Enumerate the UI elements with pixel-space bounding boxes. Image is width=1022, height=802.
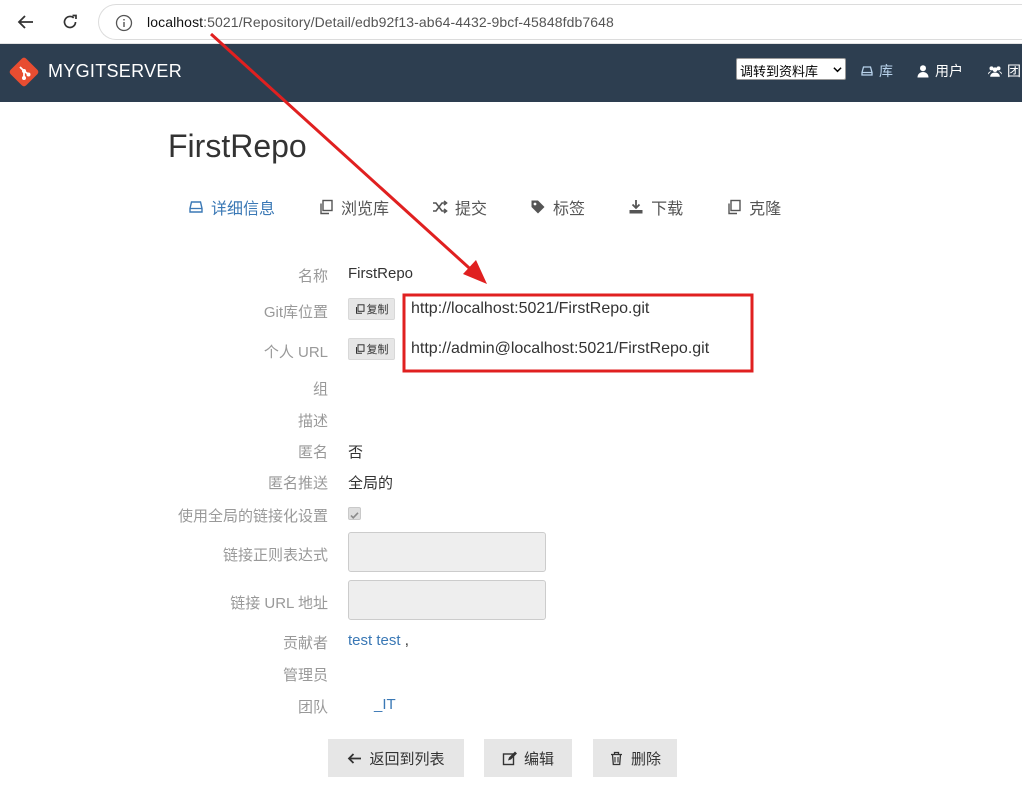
app-header: MYGITSERVER 调转到资料库 库 用户 团: [0, 44, 1022, 102]
git-location-value[interactable]: http://localhost:5021/FirstRepo.git: [411, 300, 649, 318]
link-url-label: 链接 URL 地址: [230, 595, 328, 612]
trash-icon: [610, 751, 622, 765]
address-bar[interactable]: localhost:5021/Repository/Detail/edb92f1…: [98, 4, 1022, 40]
detail-global-link-row: 使用全局的链接化设置: [0, 500, 1022, 528]
edit-label: 编辑: [523, 750, 554, 768]
anonymous-value: 否: [348, 444, 364, 461]
jump-to-repo-select[interactable]: 调转到资料库: [736, 58, 846, 80]
contributors-value: test test ,: [348, 632, 409, 649]
personal-url-label: 个人 URL: [263, 344, 328, 361]
group-icon: [988, 66, 1002, 77]
tab-commits[interactable]: 提交: [432, 196, 487, 218]
tab-tags[interactable]: 标签: [530, 196, 585, 218]
team-label: 团队: [297, 699, 328, 716]
nav-repositories-label: 库: [879, 63, 893, 79]
brand-name[interactable]: MYGITSERVER: [48, 61, 182, 82]
copy-icon: [320, 199, 333, 215]
detail-contributors-row: 贡献者 test test ,: [0, 627, 1022, 655]
database-icon: [189, 201, 203, 213]
copy-git-url-button[interactable]: 复制: [348, 298, 395, 320]
url-path: :5021/Repository/Detail/edb92f13-ab64-44…: [203, 14, 614, 30]
tag-icon: [531, 200, 545, 214]
detail-team-row: 团队 _IT: [0, 691, 1022, 719]
back-to-list-label: 返回到列表: [369, 750, 445, 768]
detail-personal-url-row: 个人 URL 复制 http://admin@localhost:5021/Fi…: [0, 336, 1022, 364]
name-value: FirstRepo: [348, 265, 414, 282]
edit-icon: [502, 751, 517, 765]
url-text: localhost:5021/Repository/Detail/edb92f1…: [147, 14, 614, 30]
download-icon: [629, 200, 643, 214]
copy-personal-url-button[interactable]: 复制: [348, 338, 395, 360]
copy-label: 复制: [366, 304, 389, 316]
personal-url-value[interactable]: http://admin@localhost:5021/FirstRepo.gi…: [411, 340, 709, 358]
copy-icon: [355, 304, 364, 314]
tab-clone[interactable]: 克隆: [726, 196, 781, 218]
global-link-settings-checkbox[interactable]: [348, 507, 361, 520]
tab-commits-label: 提交: [455, 201, 488, 218]
repo-tabs: 详细信息 浏览库 提交 标签 下载 克隆: [188, 196, 824, 218]
admins-label: 管理员: [282, 667, 328, 684]
tab-browse[interactable]: 浏览库: [318, 196, 389, 218]
nav-users-label: 用户: [935, 63, 963, 79]
page-title: FirstRepo: [168, 128, 307, 164]
shuffle-icon: [433, 200, 448, 214]
anonymous-label: 匿名: [297, 444, 328, 461]
anonymous-push-value: 全局的: [348, 475, 394, 492]
tab-details[interactable]: 详细信息: [188, 196, 275, 218]
reload-icon[interactable]: [56, 8, 84, 36]
link-url-input[interactable]: [348, 580, 546, 620]
jump-select-value: 调转到资料库: [740, 64, 819, 79]
detail-name-row: 名称 FirstRepo: [0, 260, 1022, 288]
back-to-list-button[interactable]: 返回到列表: [328, 739, 464, 777]
tab-download-label: 下载: [651, 201, 684, 218]
nav-repositories[interactable]: 库: [860, 61, 893, 81]
link-regex-input[interactable]: [348, 532, 546, 572]
copy-label: 复制: [366, 344, 389, 356]
contributors-suffix: ,: [404, 632, 409, 649]
contributor-link[interactable]: test test: [348, 632, 401, 649]
url-host: localhost: [147, 14, 204, 30]
tab-clone-label: 克隆: [749, 201, 782, 218]
nav-teams-label: 团: [1007, 63, 1021, 79]
back-arrow-icon[interactable]: [12, 8, 40, 36]
delete-label: 删除: [630, 750, 661, 768]
git-logo-icon[interactable]: [8, 56, 40, 88]
tab-browse-label: 浏览库: [341, 201, 390, 218]
chevron-down-icon: [833, 67, 842, 73]
delete-button[interactable]: 删除: [593, 739, 677, 777]
tab-download[interactable]: 下载: [628, 196, 683, 218]
link-regex-label: 链接正则表达式: [222, 547, 328, 564]
copy-icon: [355, 344, 364, 354]
nav-teams[interactable]: 团: [988, 61, 1021, 81]
anonymous-push-label: 匿名推送: [267, 475, 328, 492]
detail-git-location-row: Git库位置 复制 http://localhost:5021/FirstRep…: [0, 296, 1022, 324]
database-icon: [861, 66, 873, 76]
detail-anonymous-push-row: 匿名推送 全局的: [0, 467, 1022, 495]
detail-description-row: 描述: [0, 405, 1022, 433]
info-icon[interactable]: [115, 14, 133, 32]
tab-tags-label: 标签: [553, 201, 586, 218]
clone-icon: [728, 199, 741, 215]
arrow-left-icon: [348, 752, 362, 764]
description-label: 描述: [297, 413, 328, 430]
global-link-settings-label: 使用全局的链接化设置: [177, 508, 328, 525]
contributors-label: 贡献者: [282, 635, 328, 652]
user-icon: [917, 65, 929, 78]
detail-group-row: 组: [0, 373, 1022, 401]
detail-admins-row: 管理员: [0, 659, 1022, 687]
tab-details-label: 详细信息: [211, 201, 276, 218]
nav-users[interactable]: 用户: [916, 61, 963, 81]
team-link[interactable]: _IT: [374, 696, 396, 713]
git-location-label: Git库位置: [263, 304, 328, 321]
edit-button[interactable]: 编辑: [484, 739, 572, 777]
browser-toolbar: localhost:5021/Repository/Detail/edb92f1…: [0, 0, 1022, 44]
group-label: 组: [312, 381, 328, 398]
checkmark-icon: [350, 512, 359, 519]
detail-anonymous-row: 匿名 否: [0, 436, 1022, 464]
name-label: 名称: [297, 268, 328, 285]
